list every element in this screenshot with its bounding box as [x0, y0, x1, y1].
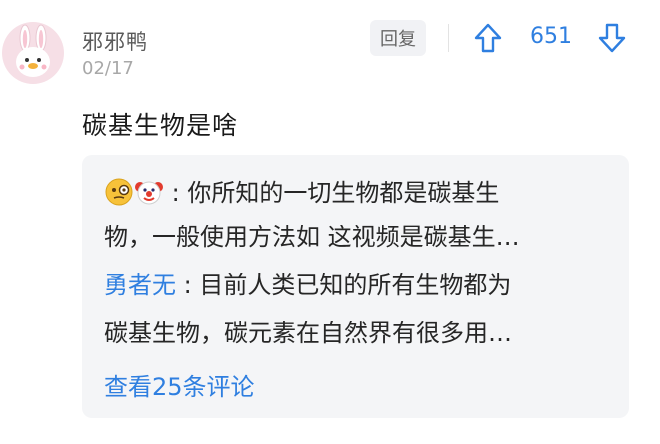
bunny-avatar-icon — [16, 24, 50, 77]
reply-2-line-1[interactable]: 勇者无 : 目前人类已知的所有生物都为 — [104, 273, 615, 297]
comment-text: 碳基生物是啥 — [82, 111, 239, 140]
reply-1-line-1[interactable]: : 你所知的一切生物都是碳基生 — [104, 177, 615, 207]
username[interactable]: 邪邪鸭 — [82, 26, 148, 56]
reply-author[interactable]: 勇者无 — [104, 273, 176, 297]
arrow-down-icon — [598, 23, 626, 53]
vote-count: 651 — [530, 24, 572, 49]
reply-text: 目前人类已知的所有生物都为 — [199, 273, 512, 297]
replies-box: : 你所知的一切生物都是碳基生 物，一般使用方法如 这视频是碳基生… 勇者无 :… — [82, 155, 629, 418]
reply-1-line-2[interactable]: 物，一般使用方法如 这视频是碳基生… — [104, 225, 615, 249]
reply-2-line-2[interactable]: 碳基生物，碳元素在自然界有很多用… — [104, 321, 615, 345]
monocle-face-emoji-icon — [104, 177, 134, 207]
avatar[interactable] — [2, 22, 64, 84]
reply-text: 你所知的一切生物都是碳基生 — [187, 179, 500, 207]
clown-face-emoji-icon — [134, 177, 164, 207]
arrow-up-icon — [474, 23, 502, 53]
reply-button[interactable]: 回复 — [370, 20, 426, 56]
reply-separator: : — [183, 273, 192, 297]
comment-date: 02/17 — [82, 58, 134, 79]
reply-separator: : — [171, 179, 180, 207]
upvote-button[interactable] — [472, 22, 504, 54]
downvote-button[interactable] — [596, 22, 628, 54]
divider — [448, 24, 449, 52]
view-more-replies-link[interactable]: 查看25条评论 — [104, 367, 255, 402]
